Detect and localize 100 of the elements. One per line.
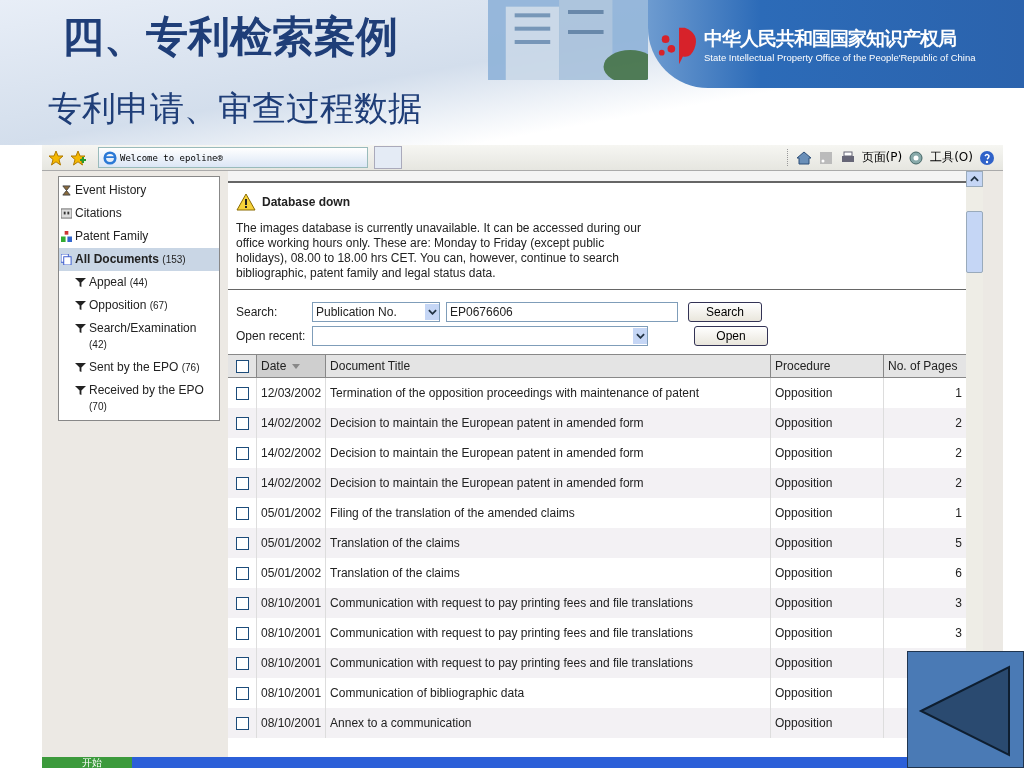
open-recent-dropdown[interactable] — [312, 326, 648, 346]
pages-cell: 2 — [955, 445, 962, 460]
date-cell: 08/10/2001 — [256, 647, 326, 678]
pages-cell: 3 — [955, 595, 962, 610]
search-type-dropdown[interactable]: Publication No. — [312, 302, 440, 322]
search-field[interactable]: EP0676606 — [446, 302, 678, 322]
date-cell: 05/01/2002 — [256, 527, 326, 558]
help-icon[interactable] — [979, 149, 995, 166]
row-checkbox[interactable] — [235, 506, 249, 520]
row-checkbox[interactable] — [235, 566, 249, 580]
row-checkbox[interactable] — [235, 686, 249, 700]
procedure-cell: Opposition — [770, 707, 884, 738]
title-cell[interactable]: Filing of the translation of the amended claims — [325, 497, 771, 528]
row-checkbox[interactable] — [235, 446, 249, 460]
tools-menu[interactable]: 工具(O) — [930, 149, 973, 166]
date-cell: 08/10/2001 — [256, 707, 326, 738]
sort-caret-icon — [292, 364, 301, 370]
column-header[interactable]: No. of Pages — [883, 354, 966, 378]
row-checkbox[interactable] — [235, 536, 249, 550]
filter-item[interactable]: Appeal (44) — [59, 271, 219, 294]
row-checkbox[interactable] — [235, 386, 249, 400]
row-checkbox[interactable] — [235, 626, 249, 640]
start-button[interactable]: 开始 — [42, 757, 132, 768]
row-checkbox[interactable] — [235, 416, 249, 430]
open-button[interactable]: Open — [694, 326, 768, 346]
procedure-cell: Opposition — [770, 527, 884, 558]
caret-icon — [970, 176, 979, 182]
date-cell: 08/10/2001 — [256, 617, 326, 648]
pages-cell: 2 — [955, 415, 962, 430]
select-all-checkbox[interactable] — [235, 360, 249, 374]
page-menu[interactable]: 页面(P) — [861, 149, 903, 166]
scroll-thumb[interactable] — [966, 211, 983, 273]
pages-cell: 6 — [955, 565, 962, 580]
sidebar-item[interactable]: All Documents (153) — [59, 248, 219, 271]
filter-item[interactable]: Sent by the EPO (76) — [59, 356, 219, 379]
date-cell: 12/03/2002 — [256, 377, 326, 408]
procedure-cell: Opposition — [770, 467, 884, 498]
scroll-up-button[interactable] — [966, 171, 983, 187]
filter-icon — [75, 385, 86, 396]
caret-icon — [635, 333, 645, 339]
title-cell[interactable]: Translation of the claims — [325, 557, 771, 588]
date-cell: 05/01/2002 — [256, 557, 326, 588]
date-cell: 14/02/2002 — [256, 407, 326, 438]
documents-icon — [61, 254, 72, 265]
back-nav-button[interactable] — [907, 651, 1024, 768]
title-cell[interactable]: Communication with request to pay printing fees and file translations — [325, 587, 771, 618]
procedure-cell: Opposition — [770, 677, 884, 708]
filter-item[interactable]: Search/Examination (42) — [59, 317, 219, 356]
pages-cell: 2 — [955, 475, 962, 490]
row-checkbox[interactable] — [235, 656, 249, 670]
add-favorite-icon[interactable] — [70, 149, 86, 166]
date-cell: 05/01/2002 — [256, 497, 326, 528]
pages-cell: 1 — [955, 385, 962, 400]
filter-icon — [75, 362, 86, 373]
row-checkbox[interactable] — [235, 716, 249, 730]
title-cell[interactable]: Communication with request to pay printing fees and file translations — [325, 647, 771, 678]
procedure-cell: Opposition — [770, 617, 884, 648]
procedure-cell: Opposition — [770, 497, 884, 528]
home-icon[interactable] — [795, 149, 812, 166]
globe-icon — [103, 150, 117, 165]
sidebar-item[interactable]: Patent Family — [59, 225, 219, 248]
title-cell[interactable]: Termination of the opposition proceedings with maintenance of patent — [325, 377, 771, 408]
scrollbar[interactable] — [966, 171, 983, 651]
hourglass-icon — [61, 185, 72, 196]
row-checkbox[interactable] — [235, 476, 249, 490]
browser-tab[interactable]: Welcome to epoline® — [98, 147, 368, 168]
filter-item[interactable]: Opposition (67) — [59, 294, 219, 317]
procedure-cell: Opposition — [770, 437, 884, 468]
search-label: Search: — [236, 305, 279, 319]
search-button[interactable]: Search — [688, 302, 762, 322]
family-icon — [61, 231, 72, 242]
title-cell[interactable]: Communication with request to pay printing fees and file translations — [325, 617, 771, 648]
column-header[interactable]: Date — [256, 354, 326, 378]
sidebar-item[interactable]: Event History — [59, 179, 219, 202]
pages-cell: 1 — [955, 505, 962, 520]
date-cell: 08/10/2001 — [256, 677, 326, 708]
date-cell: 08/10/2001 — [256, 587, 326, 618]
filter-icon — [75, 300, 86, 311]
title-cell[interactable]: Decision to maintain the European patent in amended form — [325, 467, 771, 498]
sidebar-item[interactable]: Citations — [59, 202, 219, 225]
column-header[interactable]: Document Title — [325, 354, 771, 378]
title-cell[interactable]: Communication of bibliographic data — [325, 677, 771, 708]
title-cell[interactable]: Decision to maintain the European patent in amended form — [325, 437, 771, 468]
date-cell: 14/02/2002 — [256, 437, 326, 468]
procedure-cell: Opposition — [770, 587, 884, 618]
warning-icon — [236, 193, 256, 211]
gear-icon[interactable] — [908, 149, 925, 166]
procedure-cell: Opposition — [770, 407, 884, 438]
star-icon[interactable] — [48, 149, 64, 166]
column-header[interactable]: Procedure — [770, 354, 884, 378]
title-cell[interactable]: Decision to maintain the European patent in amended form — [325, 407, 771, 438]
title-cell[interactable]: Annex to a communication — [325, 707, 771, 738]
filter-icon — [75, 277, 86, 288]
filter-item[interactable]: Received by the EPO (70) — [59, 379, 219, 418]
date-cell: 14/02/2002 — [256, 467, 326, 498]
filter-icon — [75, 323, 86, 334]
title-cell[interactable]: Translation of the claims — [325, 527, 771, 558]
logo-english-name: State Intellectual Property Office of the People'Republic of China — [704, 51, 976, 63]
row-checkbox[interactable] — [235, 596, 249, 610]
quote-icon — [61, 208, 72, 219]
